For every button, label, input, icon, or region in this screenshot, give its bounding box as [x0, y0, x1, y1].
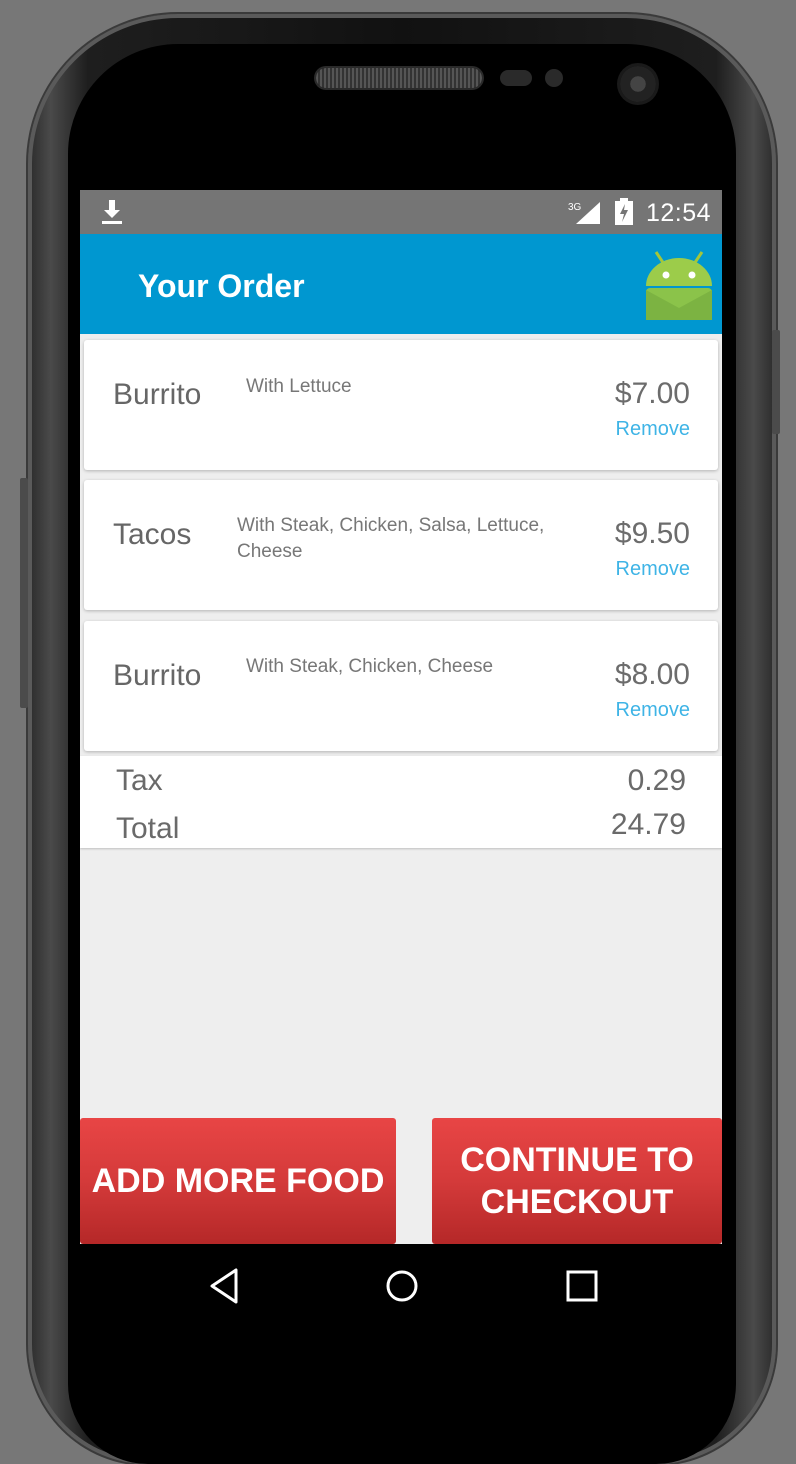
recents-icon[interactable] — [562, 1266, 602, 1306]
back-icon[interactable] — [208, 1266, 240, 1306]
proximity-sensor — [500, 70, 532, 86]
navigation-bar — [80, 1244, 722, 1330]
item-name: Burrito — [113, 378, 202, 411]
android-logo-icon — [646, 251, 712, 320]
item-description: With Steak, Chicken, Salsa, Lettuce, Che… — [237, 515, 545, 562]
front-camera — [620, 66, 656, 102]
item-price: $7.00 — [614, 377, 690, 410]
download-icon — [102, 200, 122, 224]
item-name: Tacos — [113, 518, 192, 551]
continue-to-checkout-button[interactable]: CONTINUE TO CHECKOUT — [432, 1118, 722, 1244]
remove-link[interactable]: Remove — [616, 418, 690, 441]
add-more-food-button[interactable]: ADD MORE FOOD — [80, 1118, 396, 1244]
order-summary: Tax 0.29 Total 24.79 — [80, 756, 722, 848]
earpiece-speaker — [316, 68, 482, 88]
home-icon[interactable] — [382, 1266, 422, 1306]
remove-link[interactable]: Remove — [616, 699, 690, 722]
order-item-card[interactable]: Tacos With Steak, Chicken, Salsa, Lettuc… — [84, 480, 718, 610]
screen: 3G 12:54 Your Order Burrito With Lettuce… — [80, 190, 722, 1330]
status-time: 12:54 — [646, 199, 712, 227]
power-button — [772, 330, 780, 434]
app-bar: Your Order — [80, 234, 722, 334]
status-bar: 3G 12:54 — [80, 190, 722, 234]
light-sensor — [545, 69, 563, 87]
total-label: Total — [116, 812, 180, 845]
signal-icon: 3G — [568, 202, 600, 224]
item-price: $9.50 — [614, 517, 690, 550]
item-description: With Lettuce — [246, 376, 352, 397]
remove-link[interactable]: Remove — [616, 558, 690, 581]
item-name: Burrito — [113, 659, 202, 692]
total-value: 24.79 — [610, 808, 686, 841]
order-item-card[interactable]: Burrito With Steak, Chicken, Cheese $8.0… — [84, 621, 718, 751]
volume-button — [20, 478, 28, 708]
tax-value: 0.29 — [627, 764, 686, 797]
battery-icon — [615, 198, 633, 225]
item-description: With Steak, Chicken, Cheese — [246, 656, 494, 677]
svg-text:3G: 3G — [568, 202, 582, 213]
page-title: Your Order — [138, 268, 305, 304]
tax-label: Tax — [116, 764, 163, 797]
item-price: $8.00 — [614, 658, 690, 691]
order-item-card[interactable]: Burrito With Lettuce $7.00 Remove — [84, 340, 718, 470]
